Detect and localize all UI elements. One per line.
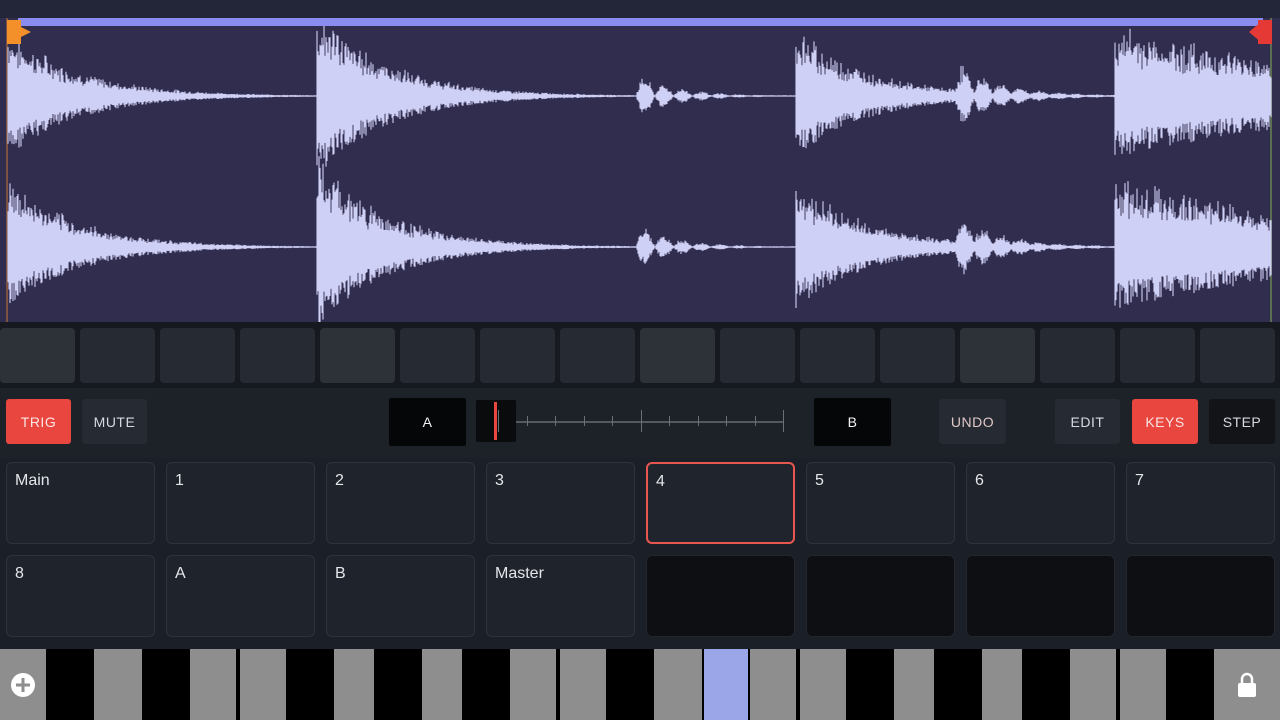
- pad-b[interactable]: B: [326, 555, 475, 637]
- piano-key[interactable]: [190, 649, 236, 720]
- crossfader-tick: [669, 416, 670, 426]
- step-button[interactable]: STEP: [1209, 399, 1275, 444]
- piano-key[interactable]: [894, 649, 934, 720]
- piano-key[interactable]: [704, 649, 748, 720]
- slice-pad-13[interactable]: [960, 328, 1035, 383]
- slice-pad-10[interactable]: [720, 328, 795, 383]
- slice-pad-8[interactable]: [560, 328, 635, 383]
- crossfader-thumb-indicator: [494, 402, 497, 440]
- piano-key[interactable]: [1120, 649, 1166, 720]
- piano-key[interactable]: [982, 649, 1022, 720]
- crossfader-tick: [640, 410, 642, 432]
- piano-key[interactable]: [654, 649, 702, 720]
- crossfader-tick: [526, 416, 528, 426]
- pad-label: 3: [495, 472, 504, 489]
- slice-pad-strip: [0, 322, 1280, 388]
- pad-label: B: [335, 565, 346, 582]
- pad-master[interactable]: Master: [486, 555, 635, 637]
- pad-label: 4: [656, 473, 665, 490]
- pad-label: A: [175, 565, 186, 582]
- pad-3[interactable]: 3: [486, 462, 635, 544]
- pad-6[interactable]: 6: [966, 462, 1115, 544]
- top-strip: [0, 0, 1280, 20]
- slice-pad-7[interactable]: [480, 328, 555, 383]
- loop-region-bar[interactable]: [18, 18, 1263, 26]
- crossfader-tick: [754, 416, 756, 426]
- piano-key[interactable]: [334, 649, 374, 720]
- loop-start-arrow-icon: [7, 20, 31, 44]
- lock-icon: [1238, 672, 1256, 697]
- slice-pad-6[interactable]: [400, 328, 475, 383]
- slice-pad-9[interactable]: [640, 328, 715, 383]
- piano-key[interactable]: [94, 649, 142, 720]
- pad-label: Master: [495, 565, 544, 582]
- crossfader-tick: [583, 416, 585, 426]
- edit-button[interactable]: EDIT: [1055, 399, 1120, 444]
- plus-circle-icon: [11, 672, 35, 697]
- pad-label: 2: [335, 472, 344, 489]
- piano-key[interactable]: [1070, 649, 1116, 720]
- pad-label: 8: [15, 565, 24, 582]
- crossfader-tick: [726, 416, 727, 426]
- trig-button[interactable]: TRIG: [6, 399, 71, 444]
- scene-b-button[interactable]: B: [814, 398, 891, 446]
- crossfader-tick: [612, 416, 613, 426]
- pad-main[interactable]: Main: [6, 462, 155, 544]
- loop-end-arrow-icon: [1249, 20, 1263, 44]
- waveform: [7, 24, 1272, 322]
- mute-button[interactable]: MUTE: [82, 399, 147, 444]
- pad-label: 5: [815, 472, 824, 489]
- pad-label: 6: [975, 472, 984, 489]
- piano-key[interactable]: [750, 649, 796, 720]
- slice-pad-12[interactable]: [880, 328, 955, 383]
- keys-button[interactable]: KEYS: [1132, 399, 1198, 444]
- waveform-channel-1: [7, 24, 1272, 167]
- lock-button[interactable]: [1214, 649, 1280, 720]
- pad-4[interactable]: 4: [646, 462, 795, 544]
- slice-pad-14[interactable]: [1040, 328, 1115, 383]
- slice-pad-5[interactable]: [320, 328, 395, 383]
- piano-key[interactable]: [510, 649, 556, 720]
- pad-a[interactable]: A: [166, 555, 315, 637]
- slice-pad-4[interactable]: [240, 328, 315, 383]
- pad-label: 7: [1135, 472, 1144, 489]
- slice-pad-2[interactable]: [80, 328, 155, 383]
- crossfader-tick: [783, 410, 784, 432]
- slice-pad-15[interactable]: [1120, 328, 1195, 383]
- crossfader-tick: [697, 416, 699, 426]
- slice-pad-11[interactable]: [800, 328, 875, 383]
- piano-key[interactable]: [422, 649, 462, 720]
- slice-pad-3[interactable]: [160, 328, 235, 383]
- pad-empty[interactable]: [966, 555, 1115, 637]
- pad-5[interactable]: 5: [806, 462, 955, 544]
- add-button[interactable]: [0, 649, 46, 720]
- piano-key[interactable]: [240, 649, 286, 720]
- pad-8[interactable]: 8: [6, 555, 155, 637]
- pad-label: 1: [175, 472, 184, 489]
- pad-1[interactable]: 1: [166, 462, 315, 544]
- slice-pad-1[interactable]: [0, 328, 75, 383]
- pad-empty[interactable]: [1126, 555, 1275, 637]
- crossfader-tick: [555, 416, 556, 426]
- undo-button[interactable]: UNDO: [939, 399, 1006, 444]
- pad-empty[interactable]: [806, 555, 955, 637]
- pad-7[interactable]: 7: [1126, 462, 1275, 544]
- piano-key[interactable]: [800, 649, 846, 720]
- slice-pad-16[interactable]: [1200, 328, 1275, 383]
- pad-empty[interactable]: [646, 555, 795, 637]
- pad-label: Main: [15, 472, 50, 489]
- pad-2[interactable]: 2: [326, 462, 475, 544]
- piano-keyboard[interactable]: [0, 649, 1280, 720]
- piano-key[interactable]: [560, 649, 606, 720]
- crossfader-tick: [498, 410, 499, 432]
- waveform-channel-2: [7, 156, 1272, 322]
- scene-a-button[interactable]: A: [389, 398, 466, 446]
